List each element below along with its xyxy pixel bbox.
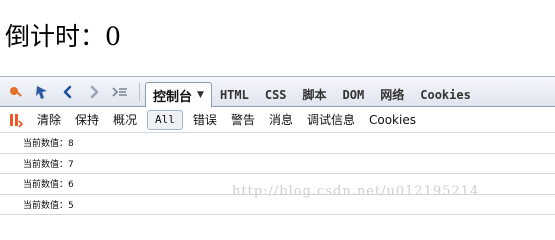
tab-dom[interactable]: DOM: [335, 84, 373, 106]
inspect-icon[interactable]: [4, 80, 28, 104]
tab-html[interactable]: HTML: [212, 84, 257, 106]
filter-errors-button[interactable]: 错误: [186, 110, 224, 130]
filter-debug-button[interactable]: 调试信息: [300, 110, 362, 130]
persist-button[interactable]: 保持: [68, 110, 106, 130]
tab-network[interactable]: 网络: [372, 84, 412, 106]
firebug-tab-bar: 控制台 ▼ HTML CSS 脚本 DOM 网络 Cookies: [0, 77, 555, 107]
page-content: 倒计时：0: [0, 0, 555, 76]
console-output: 当前数值：8 当前数值：7 当前数值：6 当前数值：5: [0, 133, 555, 215]
tab-css[interactable]: CSS: [257, 84, 295, 106]
console-row: 当前数值：5: [0, 194, 555, 215]
profile-button[interactable]: 概况: [106, 110, 144, 130]
back-icon[interactable]: [56, 80, 80, 104]
console-toolbar: 清除 保持 概况 All 错误 警告 消息 调试信息 Cookies: [0, 107, 555, 133]
tab-separator: [139, 82, 140, 101]
console-row: 当前数值：8: [0, 133, 555, 154]
tab-script[interactable]: 脚本: [295, 84, 335, 106]
countdown-text: 倒计时：0: [5, 22, 121, 51]
forward-icon[interactable]: [82, 80, 106, 104]
console-row: 当前数值：6: [0, 174, 555, 195]
filter-cookies-button[interactable]: Cookies: [362, 110, 423, 130]
filter-warnings-button[interactable]: 警告: [224, 110, 262, 130]
browser-window: 倒计时：0 控制台 ▼ HTML CSS 脚本 DOM 网络 Cookies 清…: [0, 0, 555, 216]
chevron-down-icon: ▼: [197, 90, 204, 100]
command-line-icon[interactable]: [108, 80, 132, 104]
filter-all-button[interactable]: All: [147, 109, 183, 130]
filter-info-button[interactable]: 消息: [262, 110, 300, 130]
tab-console-label: 控制台: [153, 89, 193, 105]
clear-button[interactable]: 清除: [30, 110, 68, 130]
console-row: 当前数值：7: [0, 153, 555, 174]
stop-icon[interactable]: [6, 111, 24, 129]
firebug-panel: 控制台 ▼ HTML CSS 脚本 DOM 网络 Cookies 清除 保持 概…: [0, 76, 555, 216]
cursor-icon[interactable]: [30, 80, 54, 104]
tab-cookies[interactable]: Cookies: [412, 84, 479, 106]
tab-console[interactable]: 控制台 ▼: [145, 82, 212, 107]
